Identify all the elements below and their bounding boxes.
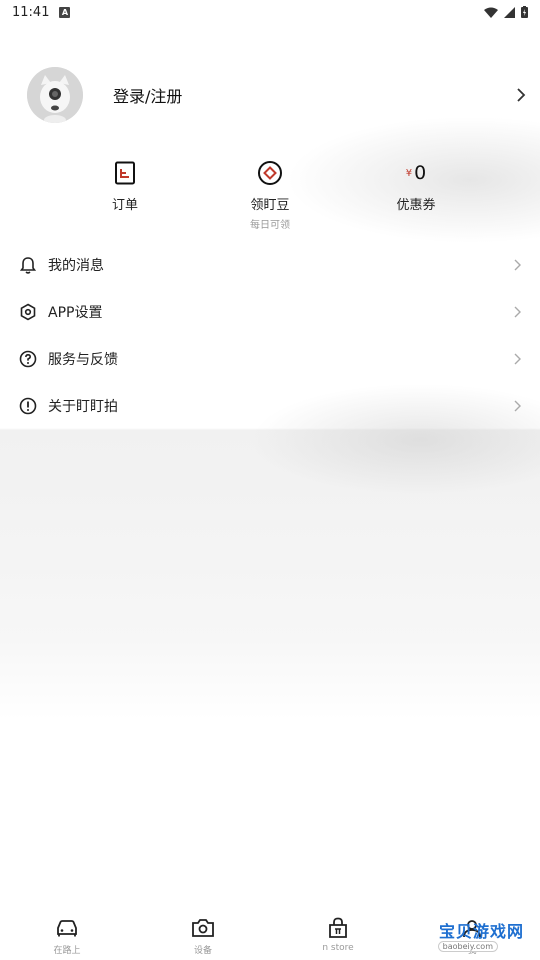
chevron-right-icon: [514, 353, 521, 364]
quick-sublabel: 每日可领: [250, 220, 290, 231]
info-exclamation-icon: [19, 397, 37, 414]
watermark-text: 宝贝游戏网: [438, 922, 524, 941]
chevron-right-icon: [514, 259, 521, 270]
quick-item-beans[interactable]: 领盯豆 每日可领: [210, 160, 330, 231]
profile-login-row[interactable]: 登录/注册: [27, 66, 528, 124]
watermark: 宝贝游戏网 baobeiy.com: [437, 918, 524, 952]
background-wash: [0, 0, 540, 960]
menu-label: APP设置: [48, 304, 103, 321]
question-circle-icon: [19, 350, 37, 367]
chevron-right-icon: [514, 400, 521, 411]
signal-icon: [504, 6, 515, 18]
status-badge: A: [59, 6, 71, 18]
menu-item-messages[interactable]: 我的消息: [0, 241, 540, 288]
chevron-right-icon: [514, 306, 521, 317]
hexagon-settings-icon: [20, 303, 36, 320]
tab-on-road[interactable]: 在路上: [27, 916, 107, 956]
car-icon: [57, 920, 77, 937]
tab-device[interactable]: 设备: [163, 916, 243, 956]
quick-label: 订单: [111, 198, 138, 213]
menu-label: 我的消息: [48, 257, 104, 274]
avatar[interactable]: [27, 67, 83, 123]
status-bar: 11:41 A: [0, 0, 540, 24]
status-time: 11:41: [12, 4, 50, 20]
menu-label: 服务与反馈: [48, 351, 118, 368]
wifi-icon: [484, 7, 498, 18]
camera-icon: [192, 919, 214, 937]
menu-item-service-feedback[interactable]: 服务与反馈: [0, 335, 540, 382]
status-icons: [484, 6, 528, 18]
login-register-link[interactable]: 登录/注册: [113, 83, 182, 107]
tab-n-store[interactable]: n store: [298, 916, 378, 953]
battery-icon: [521, 6, 528, 18]
bell-icon: [20, 256, 36, 274]
dog-avatar-icon: [27, 67, 83, 123]
quick-item-orders[interactable]: 订单: [65, 160, 185, 213]
quick-actions: 订单 领盯豆 每日可领 ¥ 0 优惠券: [0, 160, 540, 231]
diamond-coin-icon: [258, 161, 282, 185]
watermark-url: baobeiy.com: [437, 941, 498, 952]
order-list-icon: [115, 161, 135, 185]
tab-label: 在路上: [53, 946, 81, 956]
coupon-count: 0: [414, 162, 427, 184]
tab-label: n store: [322, 943, 354, 953]
quick-label: 优惠券: [396, 198, 436, 213]
menu-item-app-settings[interactable]: APP设置: [0, 288, 540, 335]
menu-item-about[interactable]: 关于盯盯拍: [0, 382, 540, 429]
quick-label: 领盯豆: [250, 198, 290, 213]
quick-item-coupons[interactable]: ¥ 0 优惠券: [356, 160, 476, 213]
store-bag-icon: [329, 917, 347, 938]
tab-label: 设备: [193, 946, 212, 956]
settings-menu: 我的消息 APP设置 服务与反馈 关于盯盯拍: [0, 241, 540, 429]
coupon-currency: ¥: [405, 167, 413, 179]
chevron-right-icon: [517, 88, 526, 102]
menu-label: 关于盯盯拍: [48, 398, 118, 415]
